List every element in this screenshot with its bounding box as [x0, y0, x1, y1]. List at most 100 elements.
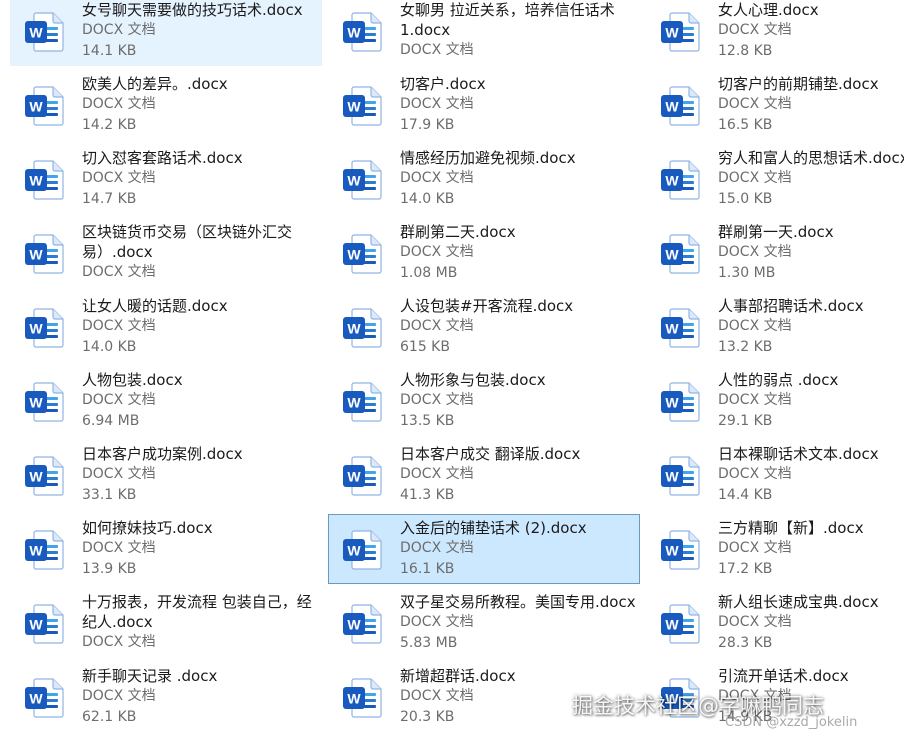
word-document-icon: W — [25, 530, 64, 570]
file-info: 新增超群话.docx DOCX 文档 20.3 KB — [400, 666, 636, 728]
file-item[interactable]: W 新手聊天记录 .docx DOCX 文档 62.1 KB — [10, 662, 322, 732]
file-item[interactable]: W 人物形象与包装.docx DOCX 文档 13.5 KB — [328, 366, 640, 436]
file-name: 人物包装.docx — [82, 371, 183, 389]
file-info: 女聊男 拉近关系，培养信任话术 1.docx DOCX 文档 — [400, 0, 636, 61]
file-type: DOCX 文档 — [718, 318, 792, 334]
word-document-icon: W — [25, 234, 64, 274]
file-name: 日本裸聊话术文本.docx — [718, 445, 879, 463]
file-type: DOCX 文档 — [718, 540, 792, 556]
file-info: 日本裸聊话术文本.docx DOCX 文档 14.4 KB — [718, 444, 904, 506]
file-item[interactable]: W 让女人暖的话题.docx DOCX 文档 14.0 KB — [10, 292, 322, 362]
file-item[interactable]: W 群刷第二天.docx DOCX 文档 1.08 MB — [328, 218, 640, 288]
svg-text:W: W — [29, 173, 43, 189]
file-info: 日本客户成交 翻译版.docx DOCX 文档 41.3 KB — [400, 444, 636, 506]
file-item[interactable]: W 切客户.docx DOCX 文档 17.9 KB — [328, 70, 640, 140]
svg-text:W: W — [29, 543, 43, 559]
file-item[interactable]: W 欧美人的差异。.docx DOCX 文档 14.2 KB — [10, 70, 322, 140]
svg-text:W: W — [665, 691, 679, 707]
file-item[interactable]: W 新人组长速成宝典.docx DOCX 文档 28.3 KB — [646, 588, 904, 658]
file-name: 引流开单话术.docx — [718, 667, 849, 685]
word-document-icon: W — [343, 308, 382, 348]
file-grid: W 女号聊天需要做的技巧话术.docx DOCX 文档 14.1 KB W 女聊男 拉近关… — [0, 0, 904, 739]
svg-text:W: W — [347, 99, 361, 115]
svg-text:W: W — [29, 25, 43, 41]
file-item[interactable]: W 日本客户成交 翻译版.docx DOCX 文档 41.3 KB — [328, 440, 640, 510]
file-info: 引流开单话术.docx DOCX 文档 14.9 KB — [718, 666, 904, 728]
file-item[interactable]: W 穷人和富人的思想话术.docx DOCX 文档 15.0 KB — [646, 144, 904, 214]
file-item[interactable]: W 双子星交易所教程。美国专用.docx DOCX 文档 5.83 MB — [328, 588, 640, 658]
file-size: 13.5 KB — [400, 413, 455, 429]
file-name: 入金后的铺垫话术 (2).docx — [400, 519, 587, 537]
file-item[interactable]: W 人物包装.docx DOCX 文档 6.94 MB — [10, 366, 322, 436]
file-type: DOCX 文档 — [82, 688, 156, 704]
file-type: DOCX 文档 — [718, 614, 792, 630]
file-item[interactable]: W 人事部招聘话术.docx DOCX 文档 13.2 KB — [646, 292, 904, 362]
svg-text:W: W — [665, 247, 679, 263]
svg-text:W: W — [347, 617, 361, 633]
word-document-icon: W — [661, 382, 700, 422]
file-name: 穷人和富人的思想话术.docx — [718, 149, 904, 167]
svg-text:W: W — [665, 173, 679, 189]
word-document-icon: W — [661, 604, 700, 644]
svg-text:W: W — [29, 691, 43, 707]
file-type: DOCX 文档 — [82, 466, 156, 482]
file-item[interactable]: W 区块链货币交易（区块链外汇交易）.docx DOCX 文档 — [10, 218, 322, 288]
file-type: DOCX 文档 — [400, 614, 474, 630]
file-item[interactable]: W 女人心理.docx DOCX 文档 12.8 KB — [646, 0, 904, 66]
file-item[interactable]: W 如何撩妹技巧.docx DOCX 文档 13.9 KB — [10, 514, 322, 584]
file-item[interactable]: W 女号聊天需要做的技巧话术.docx DOCX 文档 14.1 KB — [10, 0, 322, 66]
file-size: 13.9 KB — [82, 561, 137, 577]
file-name: 区块链货币交易（区块链外汇交易）.docx — [82, 223, 293, 261]
word-document-icon: W — [343, 160, 382, 200]
file-type: DOCX 文档 — [718, 22, 792, 38]
file-item[interactable]: W 切入怼客套路话术.docx DOCX 文档 14.7 KB — [10, 144, 322, 214]
file-item[interactable]: W 新增超群话.docx DOCX 文档 20.3 KB — [328, 662, 640, 732]
file-item[interactable]: W 人设包装#开客流程.docx DOCX 文档 615 KB — [328, 292, 640, 362]
word-document-icon: W — [343, 12, 382, 52]
file-item[interactable]: W 日本客户成功案例.docx DOCX 文档 33.1 KB — [10, 440, 322, 510]
file-info: 群刷第二天.docx DOCX 文档 1.08 MB — [400, 222, 636, 284]
file-item[interactable]: W 切客户的前期铺垫.docx DOCX 文档 16.5 KB — [646, 70, 904, 140]
file-name: 人性的弱点 .docx — [718, 371, 839, 389]
file-size: 14.1 KB — [82, 43, 137, 59]
file-info: 区块链货币交易（区块链外汇交易）.docx DOCX 文档 — [82, 222, 318, 283]
file-item[interactable]: W 情感经历加避免视频.docx DOCX 文档 14.0 KB — [328, 144, 640, 214]
file-item[interactable]: W 日本裸聊话术文本.docx DOCX 文档 14.4 KB — [646, 440, 904, 510]
file-name: 切入怼客套路话术.docx — [82, 149, 243, 167]
file-type: DOCX 文档 — [82, 392, 156, 408]
file-name: 新人组长速成宝典.docx — [718, 593, 879, 611]
file-size: 14.0 KB — [400, 191, 455, 207]
file-info: 切客户.docx DOCX 文档 17.9 KB — [400, 74, 636, 136]
file-info: 欧美人的差异。.docx DOCX 文档 14.2 KB — [82, 74, 318, 136]
file-name: 切客户.docx — [400, 75, 486, 93]
file-info: 三方精聊【新】.docx DOCX 文档 17.2 KB — [718, 518, 904, 580]
file-info: 人事部招聘话术.docx DOCX 文档 13.2 KB — [718, 296, 904, 358]
word-document-icon: W — [661, 678, 700, 718]
file-item[interactable]: W 入金后的铺垫话术 (2).docx DOCX 文档 16.1 KB — [328, 514, 640, 584]
file-info: 女号聊天需要做的技巧话术.docx DOCX 文档 14.1 KB — [82, 0, 318, 62]
file-type: DOCX 文档 — [82, 170, 156, 186]
svg-text:W: W — [29, 99, 43, 115]
word-document-icon: W — [25, 382, 64, 422]
file-info: 让女人暖的话题.docx DOCX 文档 14.0 KB — [82, 296, 318, 358]
svg-text:W: W — [347, 247, 361, 263]
file-type: DOCX 文档 — [82, 22, 156, 38]
file-name: 群刷第二天.docx — [400, 223, 516, 241]
file-size: 615 KB — [400, 339, 450, 355]
file-name: 人物形象与包装.docx — [400, 371, 546, 389]
file-item[interactable]: W 群刷第一天.docx DOCX 文档 1.30 MB — [646, 218, 904, 288]
file-item[interactable]: W 十万报表，开发流程 包装自己，经纪人.docx DOCX 文档 — [10, 588, 322, 658]
file-name: 新增超群话.docx — [400, 667, 516, 685]
file-info: 日本客户成功案例.docx DOCX 文档 33.1 KB — [82, 444, 318, 506]
file-size: 14.4 KB — [718, 487, 773, 503]
word-document-icon: W — [25, 456, 64, 496]
file-info: 双子星交易所教程。美国专用.docx DOCX 文档 5.83 MB — [400, 592, 636, 654]
file-item[interactable]: W 引流开单话术.docx DOCX 文档 14.9 KB — [646, 662, 904, 732]
file-item[interactable]: W 人性的弱点 .docx DOCX 文档 29.1 KB — [646, 366, 904, 436]
word-document-icon: W — [25, 604, 64, 644]
file-item[interactable]: W 三方精聊【新】.docx DOCX 文档 17.2 KB — [646, 514, 904, 584]
file-size: 28.3 KB — [718, 635, 773, 651]
file-info: 切入怼客套路话术.docx DOCX 文档 14.7 KB — [82, 148, 318, 210]
word-document-icon: W — [661, 160, 700, 200]
file-item[interactable]: W 女聊男 拉近关系，培养信任话术 1.docx DOCX 文档 — [328, 0, 640, 66]
